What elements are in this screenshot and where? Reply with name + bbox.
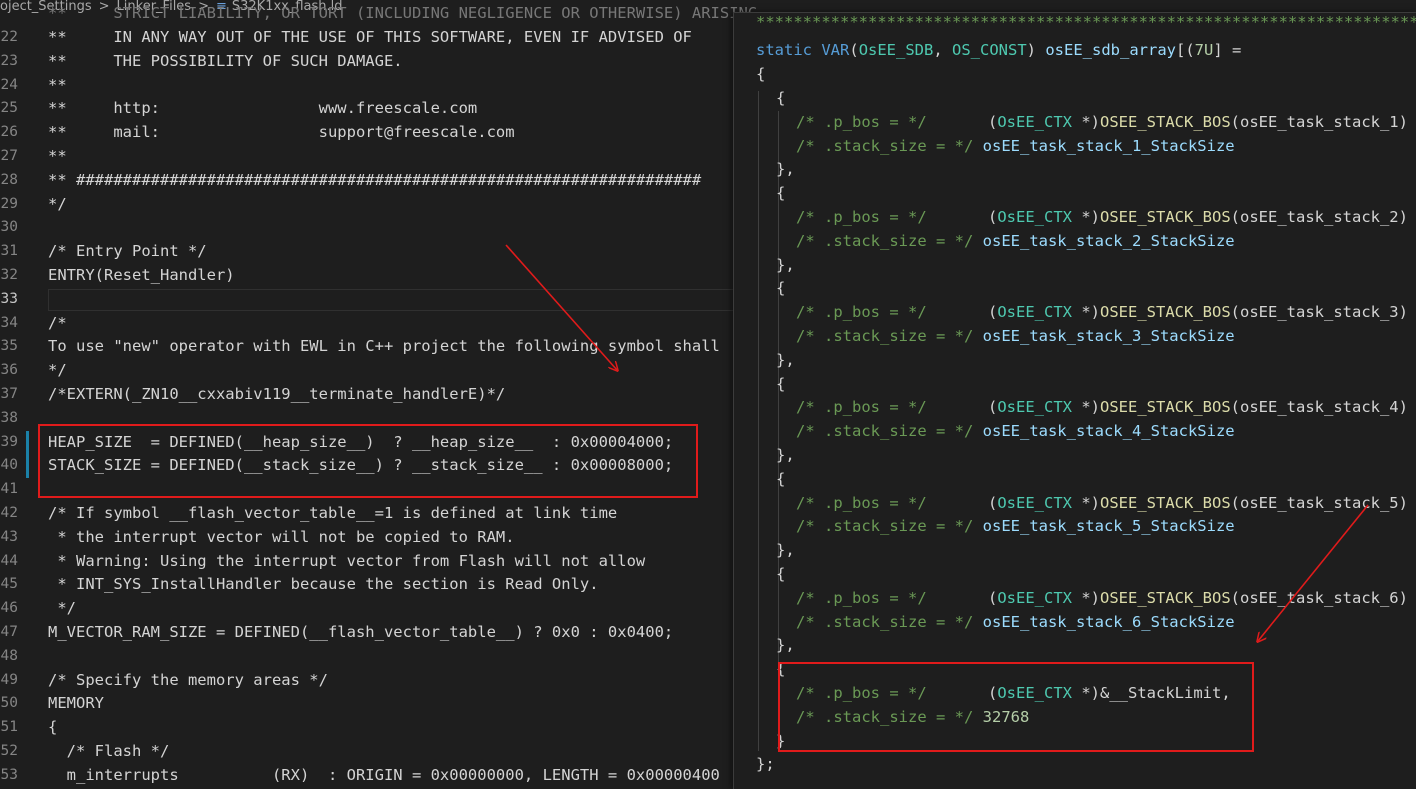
annotation-arrows bbox=[505, 244, 1369, 788]
arrow-right bbox=[1258, 504, 1369, 641]
arrow-left bbox=[505, 244, 617, 370]
